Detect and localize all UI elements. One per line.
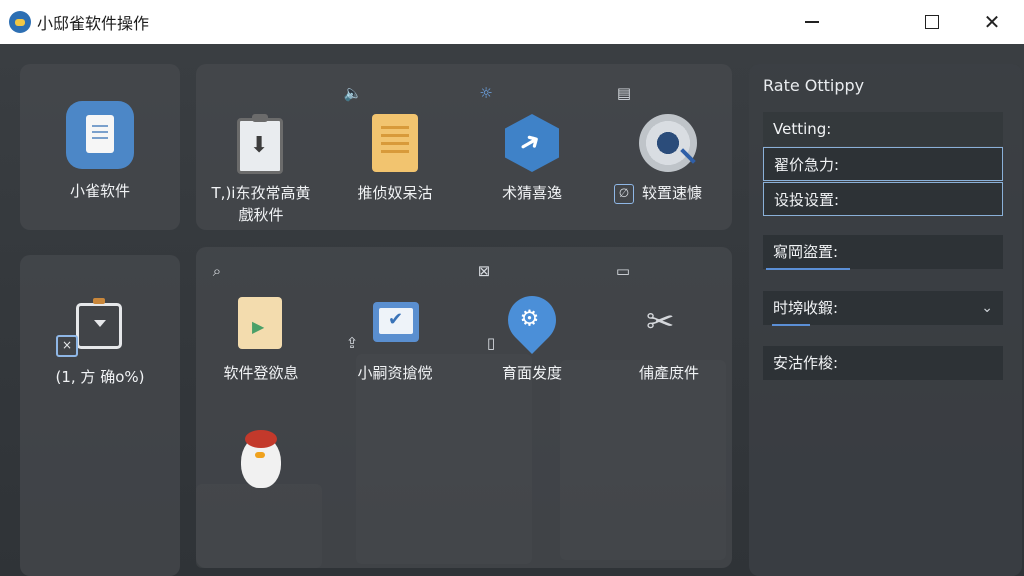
tool-label-8[interactable]: 俌產庻件 [604, 362, 734, 384]
tool-label-1-line2[interactable]: 戲秋件 [196, 204, 326, 226]
setting-field-3-indicator [766, 268, 850, 270]
notepad-icon[interactable] [372, 114, 418, 172]
app-tile-label[interactable]: 小雀软件 [20, 180, 180, 202]
tools-icon[interactable] [642, 296, 692, 346]
close-badge-icon[interactable]: × [56, 335, 78, 357]
tool-label-7[interactable]: 育面发度 [467, 362, 597, 384]
maximize-button[interactable] [902, 0, 962, 44]
tool-label-4[interactable]: 较置速慷 [632, 182, 712, 204]
crossed-tools-icon[interactable]: ⊠ [474, 262, 494, 280]
clipboard-download-icon[interactable] [237, 114, 283, 174]
media-document-icon[interactable] [238, 297, 282, 349]
setting-field-5[interactable]: 安沽作梭: [763, 346, 1003, 380]
window-title: 小邸雀软件操作 [37, 14, 150, 33]
monitor-icon[interactable]: ▭ [613, 262, 633, 280]
settings-search-icon[interactable] [639, 114, 697, 172]
title-bar: 小邸雀软件操作 ✕ [0, 0, 1024, 45]
maximize-icon [925, 15, 939, 29]
checklist-icon[interactable] [373, 302, 419, 342]
setting-dropdown[interactable]: 时塝收鍜: ⌄ [763, 291, 1003, 325]
status-tile-label: (1, 方 确o%) [55, 368, 145, 386]
tool-label-1[interactable]: T,)i东孜常高黄 [196, 182, 326, 204]
close-button[interactable]: ✕ [962, 0, 1022, 44]
chevron-down-icon[interactable]: ⌄ [981, 291, 993, 325]
setting-dropdown-indicator [772, 324, 810, 326]
tool-label-3[interactable]: 术猜喜逸 [467, 182, 597, 204]
calculator-icon[interactable]: ▤ [614, 84, 634, 102]
setting-field-3[interactable]: 寫岡盜置: [763, 235, 1003, 269]
setting-field-2[interactable]: 设投设置: [763, 182, 1003, 216]
edit-checkbox-icon[interactable]: ∅ [614, 184, 634, 204]
tool-label-2[interactable]: 推侦奴呆沽 [330, 182, 460, 204]
screen-download-icon[interactable] [76, 298, 122, 349]
setting-dropdown-label: 时塝收鍜: [773, 299, 839, 317]
setting-field-1[interactable]: 翟价急力: [763, 147, 1003, 181]
penguin-mascot-icon [241, 430, 281, 488]
app-logo-icon [9, 11, 31, 33]
settings-title: Rate Ottippy [763, 76, 865, 95]
upload-icon[interactable]: ⇪ [342, 334, 362, 352]
phone-icon[interactable]: ▯ [481, 334, 501, 352]
tool-label-5[interactable]: 软件登欲息 [196, 362, 326, 384]
tool-label-6[interactable]: 小嗣资搶傥 [330, 362, 460, 384]
document-icon[interactable] [66, 101, 134, 169]
zoom-icon[interactable]: ⌕ [207, 262, 227, 280]
sun-icon[interactable]: ☼ [476, 84, 496, 102]
minimize-icon [805, 21, 819, 23]
minimize-button[interactable] [782, 0, 842, 44]
speaker-icon[interactable]: 🔈 [343, 84, 363, 102]
setting-header: Vetting: [763, 112, 1003, 146]
